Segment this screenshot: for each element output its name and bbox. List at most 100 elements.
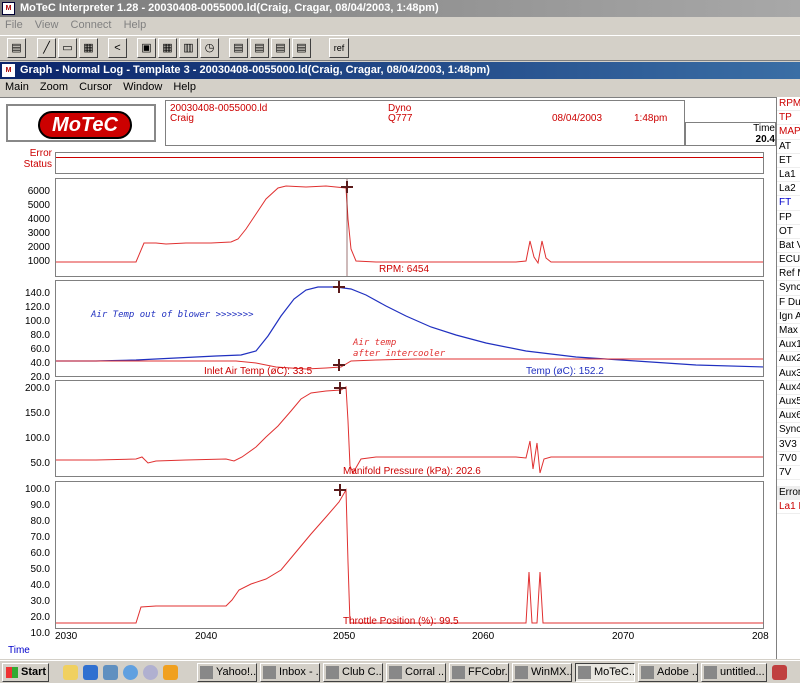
channel-item[interactable]: La1: [777, 168, 800, 183]
task-untitled[interactable]: untitled...: [701, 663, 767, 682]
channel-item[interactable]: ET: [777, 154, 800, 168]
channel-item[interactable]: F Du: [777, 296, 800, 310]
export1-icon[interactable]: ▤: [229, 38, 248, 58]
channel-item[interactable]: Aux2: [777, 352, 800, 367]
export4-icon[interactable]: ▤: [292, 38, 311, 58]
channel-item[interactable]: MAP: [777, 125, 800, 140]
channel-item[interactable]: Bat V: [777, 239, 800, 254]
channel-item[interactable]: 3V3: [777, 438, 800, 452]
y-tick: 4000: [27, 214, 50, 225]
time-label: Time: [753, 123, 775, 134]
ie-icon[interactable]: [83, 665, 98, 680]
channel-item[interactable]: Aux5: [777, 395, 800, 410]
menu-cursor[interactable]: Cursor: [79, 81, 112, 93]
winamp-icon[interactable]: [163, 665, 178, 680]
rpm-panel[interactable]: RPM: 6454: [55, 178, 764, 277]
task-corral[interactable]: Corral ...: [386, 663, 446, 682]
rpm-label: RPM: 6454: [379, 264, 430, 275]
cursor-cross-icon: [333, 359, 345, 371]
task-ffcobra[interactable]: FFCobr...: [449, 663, 509, 682]
channel-item[interactable]: Aux1: [777, 338, 800, 353]
desktop-icon[interactable]: [63, 665, 78, 680]
y-tick: 6000: [27, 186, 50, 197]
report3-icon[interactable]: ▥: [179, 38, 198, 58]
throttle-panel[interactable]: Throttle Position (%): 99.5: [55, 481, 764, 629]
map-panel[interactable]: Manifold Pressure (kPa): 202.6: [55, 380, 764, 477]
y-tick: 50.0: [30, 458, 50, 469]
menu-help[interactable]: Help: [124, 19, 147, 31]
temp-panel[interactable]: Air Temp out of blower >>>>>>> Air temp …: [55, 280, 764, 377]
intercooler-annotation-1: Air temp: [353, 338, 397, 348]
channel-item[interactable]: TP: [777, 111, 800, 126]
channel-item[interactable]: Ign A: [777, 310, 800, 324]
y-tick: 40.0: [30, 358, 50, 369]
temp-trace-svg: [56, 281, 763, 371]
y-tick: 100.0: [24, 484, 50, 495]
channel-item[interactable]: Aux6: [777, 409, 800, 424]
back-icon[interactable]: <: [108, 38, 127, 58]
export2-icon[interactable]: ▤: [250, 38, 269, 58]
task-adobe[interactable]: Adobe ...: [638, 663, 698, 682]
cursor-cross-icon: [334, 484, 346, 496]
calc-icon[interactable]: ▦: [79, 38, 98, 58]
channel-list[interactable]: RPMTPMAPATETLa1La2FTFPOTBat VECURef MSyn…: [776, 97, 800, 659]
media-icon[interactable]: [143, 665, 158, 680]
y-tick: 70.0: [30, 532, 50, 543]
gauge-icon[interactable]: ▭: [58, 38, 77, 58]
channel-item[interactable]: 7V0: [777, 452, 800, 466]
channel-item[interactable]: Aux4: [777, 381, 800, 395]
clock-icon[interactable]: ◷: [200, 38, 219, 58]
task-motec[interactable]: MoTeC...: [575, 663, 635, 682]
start-button[interactable]: Start: [2, 663, 49, 682]
menu-window[interactable]: Window: [123, 81, 162, 93]
tray-icon[interactable]: [772, 665, 787, 680]
channel-item[interactable]: La2: [777, 182, 800, 197]
motec-app-icon: M: [2, 2, 15, 15]
y-tick: 5000: [27, 200, 50, 211]
channel-item[interactable]: RPM: [777, 97, 800, 112]
ref-button[interactable]: ref: [329, 38, 349, 58]
channel-item[interactable]: FP: [777, 211, 800, 225]
app-title: MoTeC Interpreter 1.28 - 20030408-005500…: [20, 2, 439, 14]
channel-item[interactable]: Ref M: [777, 267, 800, 282]
report1-icon[interactable]: ▣: [137, 38, 156, 58]
task-club[interactable]: Club C...: [323, 663, 383, 682]
menu-zoom[interactable]: Zoom: [40, 81, 68, 93]
messenger-icon[interactable]: [123, 665, 138, 680]
channel-item[interactable]: FT: [777, 196, 800, 211]
app-title-bar[interactable]: M MoTeC Interpreter 1.28 - 20030408-0055…: [0, 0, 800, 17]
menu-view[interactable]: View: [35, 19, 59, 31]
menu-connect[interactable]: Connect: [71, 19, 112, 31]
x-tick: 208: [752, 631, 769, 642]
channel-item[interactable]: ECU: [777, 253, 800, 268]
task-winmx[interactable]: WinMX...: [512, 663, 572, 682]
report2-icon[interactable]: ▦: [158, 38, 177, 58]
y-tick: 20.0: [30, 372, 50, 383]
y-tick: 80.0: [30, 330, 50, 341]
map-label: Manifold Pressure (kPa): 202.6: [343, 466, 481, 477]
y-tick: 90.0: [30, 500, 50, 511]
outlook-icon[interactable]: [103, 665, 118, 680]
channel-item[interactable]: La1 L: [777, 500, 800, 515]
inlet-temp-trace: [56, 358, 763, 370]
graph-window-title-bar[interactable]: M Graph - Normal Log - Template 3 - 2003…: [0, 62, 800, 79]
channel-item[interactable]: Sync: [777, 423, 800, 438]
channel-item[interactable]: Sync: [777, 281, 800, 296]
channel-item[interactable]: OT: [777, 225, 800, 239]
open-icon[interactable]: ▤: [7, 38, 26, 58]
channel-item[interactable]: AT: [777, 140, 800, 154]
graph-icon[interactable]: ╱: [37, 38, 56, 58]
y-tick: 30.0: [30, 596, 50, 607]
menu-main[interactable]: Main: [5, 81, 29, 93]
export3-icon[interactable]: ▤: [271, 38, 290, 58]
task-inbox[interactable]: Inbox - ...: [260, 663, 320, 682]
channel-item[interactable]: 7V: [777, 466, 800, 481]
y-tick: 20.0: [30, 612, 50, 623]
task-yahoo[interactable]: Yahoo!...: [197, 663, 257, 682]
channel-item[interactable]: Max: [777, 324, 800, 339]
menu-help-graph[interactable]: Help: [173, 81, 196, 93]
channel-item[interactable]: Error: [777, 486, 800, 501]
status-label: Status: [23, 159, 52, 170]
channel-item[interactable]: Aux3: [777, 367, 800, 381]
menu-file[interactable]: File: [5, 19, 23, 31]
